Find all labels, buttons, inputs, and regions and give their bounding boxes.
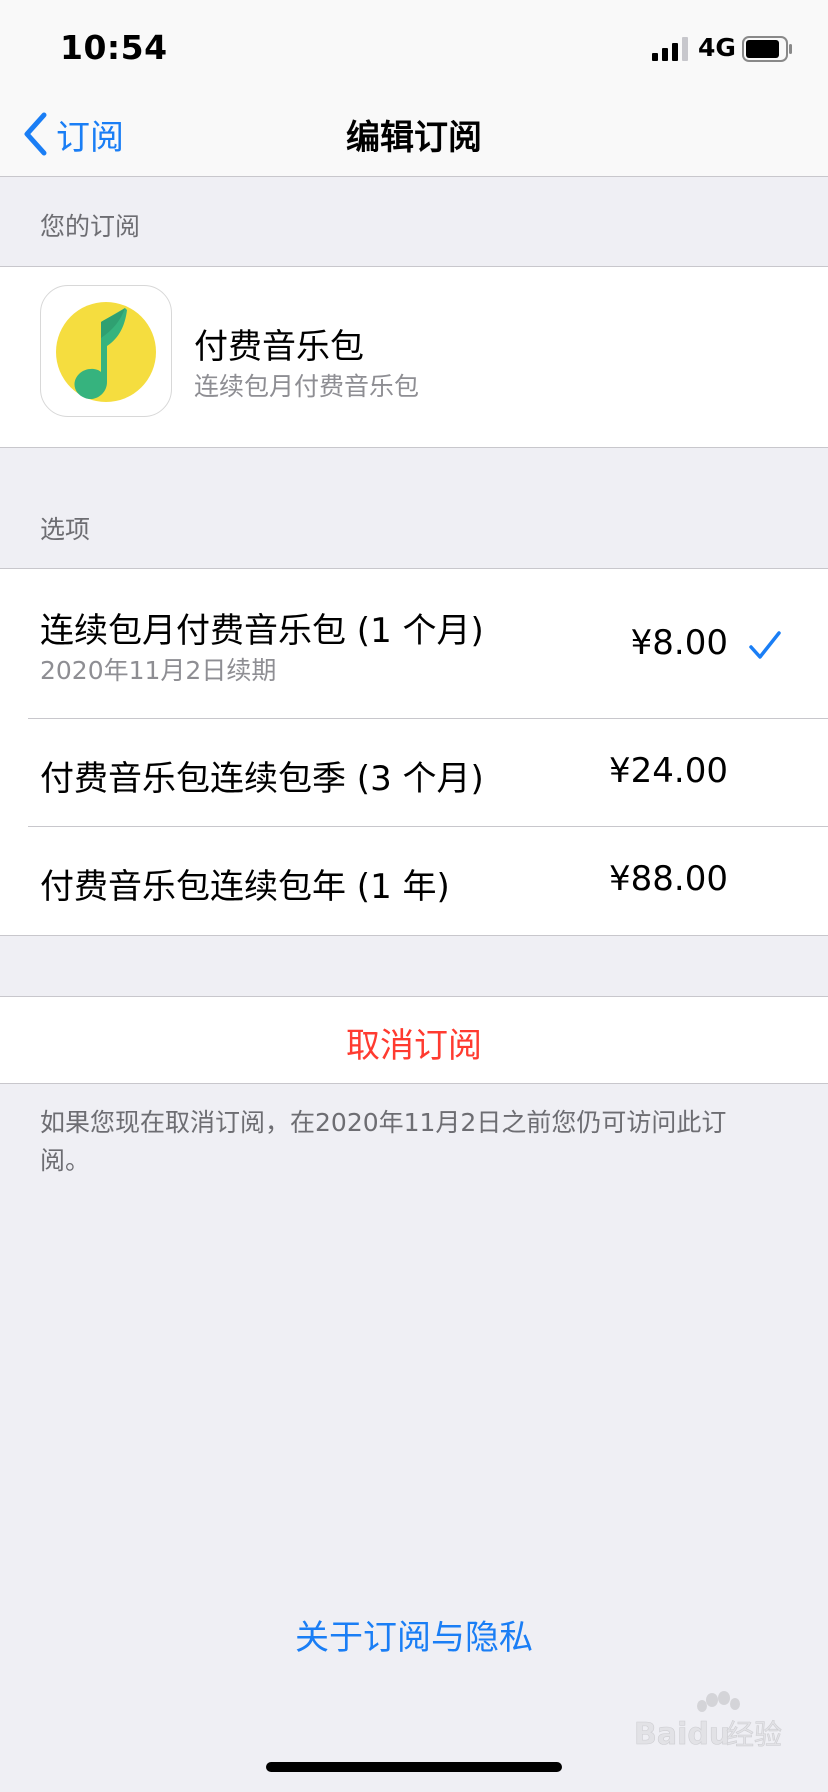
cancel-note: 如果您现在取消订阅，在2020年11月2日之前您仍可访问此订阅。	[40, 1108, 727, 1175]
cancel-subscription-button[interactable]: 取消订阅	[0, 996, 828, 1084]
subscription-privacy-link[interactable]: 关于订阅与隐私	[0, 1610, 828, 1659]
checkmark-icon	[749, 631, 781, 659]
subscription-name: 付费音乐包	[194, 327, 364, 367]
battery-icon	[742, 36, 792, 62]
subscription-description: 连续包月付费音乐包	[194, 372, 420, 401]
navigation-bar: 订阅 编辑订阅	[0, 92, 828, 177]
status-time: 10:54	[60, 28, 168, 67]
option-renewal-date: 2020年11月2日续期	[40, 656, 277, 685]
svg-text:Baidu: Baidu	[634, 1717, 730, 1750]
network-type: 4G	[698, 33, 736, 62]
svg-text:经验: 经验	[726, 1718, 782, 1750]
cancel-subscription-label: 取消订阅	[346, 1026, 482, 1066]
options-list: 连续包月付费音乐包 (1 个月) 2020年11月2日续期 ¥8.00 付费音乐…	[0, 568, 828, 936]
option-price: ¥24.00	[609, 751, 728, 791]
option-row-yearly[interactable]: 付费音乐包连续包年 (1 年) ¥88.00	[0, 827, 828, 935]
section-header-options: 选项	[40, 515, 91, 544]
cellular-signal-icon	[652, 37, 688, 61]
page-title: 编辑订阅	[346, 118, 482, 158]
section-header-your-subscription: 您的订阅	[40, 212, 141, 241]
option-title: 付费音乐包连续包年 (1 年)	[40, 867, 450, 907]
music-app-icon	[40, 285, 172, 417]
home-indicator[interactable]	[266, 1762, 562, 1772]
option-price: ¥88.00	[609, 859, 728, 899]
baidu-paw-icon: Baidu 经验	[634, 1691, 782, 1750]
option-title: 付费音乐包连续包季 (3 个月)	[40, 759, 484, 799]
status-bar: 10:54 4G	[0, 0, 828, 92]
option-row-quarterly[interactable]: 付费音乐包连续包季 (3 个月) ¥24.00	[0, 719, 828, 827]
option-row-monthly[interactable]: 连续包月付费音乐包 (1 个月) 2020年11月2日续期 ¥8.00	[0, 569, 828, 719]
subscription-card: 付费音乐包 连续包月付费音乐包	[0, 266, 828, 448]
option-price: ¥8.00	[630, 623, 728, 663]
option-title: 连续包月付费音乐包 (1 个月)	[40, 611, 484, 651]
